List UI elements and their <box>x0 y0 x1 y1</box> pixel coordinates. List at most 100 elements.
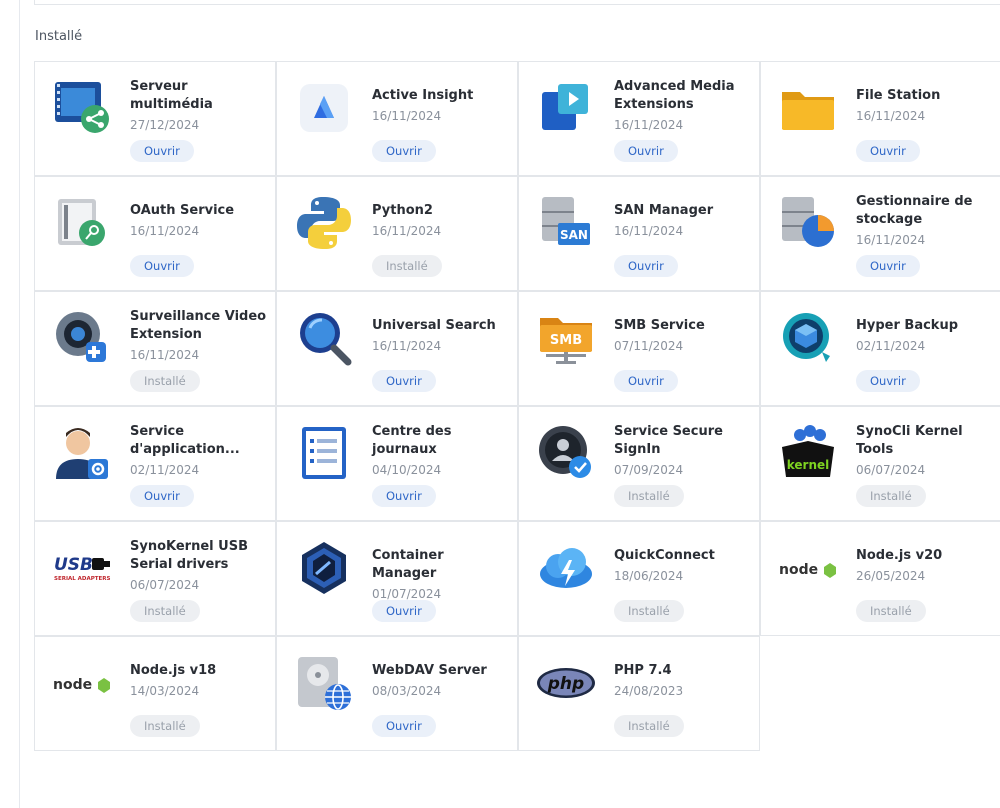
svg-text:node: node <box>53 677 92 693</box>
app-date: 08/03/2024 <box>372 684 442 698</box>
magnifier-icon <box>294 308 354 368</box>
app-name: SynoKernel USB Serial drivers <box>130 539 248 572</box>
app-card[interactable]: Advanced Media Extensions 16/11/2024 Ouvr… <box>518 61 760 176</box>
app-card[interactable]: Serveur multimédia 27/12/2024 Ouvrir <box>34 61 276 176</box>
installed-button[interactable]: Installé <box>130 715 200 737</box>
open-button[interactable]: Ouvrir <box>130 255 194 277</box>
installed-button[interactable]: Installé <box>614 485 684 507</box>
app-card[interactable]: node Node.js v20 26/05/2024 Installé <box>760 521 1000 636</box>
container-hexagon-icon <box>294 538 354 598</box>
installed-button[interactable]: Installé <box>130 370 200 392</box>
app-name: Gestionnaire de stockage <box>856 194 973 227</box>
svg-text:USB: USB <box>54 555 93 575</box>
app-card[interactable]: Service Secure SignIn 07/09/2024 Installé <box>518 406 760 521</box>
nodejs-icon: node <box>778 538 838 598</box>
app-name: QuickConnect <box>614 548 715 563</box>
svg-text:php: php <box>547 674 584 694</box>
left-rail <box>0 0 20 808</box>
installed-button[interactable]: Installé <box>614 715 684 737</box>
app-card[interactable]: QuickConnect 18/06/2024 Installé <box>518 521 760 636</box>
app-card[interactable]: Container Manager 01/07/2024 Ouvrir <box>276 521 518 636</box>
open-button[interactable]: Ouvrir <box>614 140 678 162</box>
installed-button[interactable]: Installé <box>614 600 684 622</box>
app-name: File Station <box>856 88 941 103</box>
open-button[interactable]: Ouvrir <box>372 485 436 507</box>
app-date: 02/11/2024 <box>856 339 926 353</box>
app-card[interactable]: SMB SMB Service 07/11/2024 Ouvrir <box>518 291 760 406</box>
installed-button[interactable]: Installé <box>856 600 926 622</box>
app-name: WebDAV Server <box>372 663 487 678</box>
app-card[interactable]: Python2 16/11/2024 Installé <box>276 176 518 291</box>
app-name: Active Insight <box>372 88 474 103</box>
open-button[interactable]: Ouvrir <box>856 140 920 162</box>
installed-button[interactable]: Installé <box>372 255 442 277</box>
open-button[interactable]: Ouvrir <box>856 370 920 392</box>
app-card[interactable]: OAuth Service 16/11/2024 Ouvrir <box>34 176 276 291</box>
app-name: Advanced Media Extensions <box>614 79 735 112</box>
open-button[interactable]: Ouvrir <box>372 140 436 162</box>
folder-icon <box>778 78 838 138</box>
app-date: 26/05/2024 <box>856 569 926 583</box>
app-card[interactable]: kernel SynoCli Kernel Tools 06/07/2024 In… <box>760 406 1000 521</box>
app-card[interactable]: Surveillance Video Extension 16/11/2024 I… <box>34 291 276 406</box>
app-date: 16/11/2024 <box>372 339 442 353</box>
app-card[interactable]: SAN SAN Manager 16/11/2024 Ouvrir <box>518 176 760 291</box>
app-card[interactable]: php PHP 7.4 24/08/2023 Installé <box>518 636 760 751</box>
app-card[interactable]: Universal Search 16/11/2024 Ouvrir <box>276 291 518 406</box>
svg-text:node: node <box>779 562 818 578</box>
app-card[interactable]: Hyper Backup 02/11/2024 Ouvrir <box>760 291 1000 406</box>
installed-button[interactable]: Installé <box>856 485 926 507</box>
app-name: SynoCli Kernel Tools <box>856 424 963 457</box>
app-card[interactable]: Centre des journaux 04/10/2024 Ouvrir <box>276 406 518 521</box>
app-card[interactable]: File Station 16/11/2024 Ouvrir <box>760 61 1000 176</box>
smb-folder-icon: SMB <box>536 308 596 368</box>
svg-text:SERIAL ADAPTERS: SERIAL ADAPTERS <box>54 576 111 582</box>
vault-key-icon <box>52 193 112 253</box>
app-date: 07/09/2024 <box>614 463 684 477</box>
app-date: 02/11/2024 <box>130 463 200 477</box>
app-card[interactable]: USB SERIAL ADAPTERS SynoKernel USB Serial… <box>34 521 276 636</box>
python-icon <box>294 193 354 253</box>
open-button[interactable]: Ouvrir <box>372 600 436 622</box>
app-card[interactable]: Active Insight 16/11/2024 Ouvrir <box>276 61 518 176</box>
media-extensions-icon <box>536 78 596 138</box>
open-button[interactable]: Ouvrir <box>130 485 194 507</box>
app-date: 16/11/2024 <box>614 118 684 132</box>
open-button[interactable]: Ouvrir <box>372 370 436 392</box>
open-button[interactable]: Ouvrir <box>614 255 678 277</box>
svg-text:kernel: kernel <box>787 458 830 472</box>
open-button[interactable]: Ouvrir <box>856 255 920 277</box>
open-button[interactable]: Ouvrir <box>130 140 194 162</box>
app-date: 06/07/2024 <box>130 578 200 592</box>
installed-button[interactable]: Installé <box>130 600 200 622</box>
section-title: Installé <box>35 29 83 44</box>
secure-signin-icon <box>536 423 596 483</box>
camera-plugin-icon <box>52 308 112 368</box>
usb-serial-icon: USB SERIAL ADAPTERS <box>52 538 112 598</box>
cloud-bolt-icon <box>536 538 596 598</box>
app-name: Serveur multimédia <box>130 79 213 112</box>
app-card[interactable]: WebDAV Server 08/03/2024 Ouvrir <box>276 636 518 751</box>
webdav-globe-icon <box>294 653 354 713</box>
app-date: 16/11/2024 <box>372 109 442 123</box>
open-button[interactable]: Ouvrir <box>614 370 678 392</box>
app-card[interactable]: Service d'application... 02/11/2024 Ouvri… <box>34 406 276 521</box>
app-date: 27/12/2024 <box>130 118 200 132</box>
app-date: 14/03/2024 <box>130 684 200 698</box>
app-name: PHP 7.4 <box>614 663 672 678</box>
app-card[interactable]: Gestionnaire de stockage 16/11/2024 Ouvri… <box>760 176 1000 291</box>
app-card[interactable]: node Node.js v18 14/03/2024 Installé <box>34 636 276 751</box>
app-name: Universal Search <box>372 318 496 333</box>
app-name: Service Secure SignIn <box>614 424 723 457</box>
storage-pie-icon <box>778 193 838 253</box>
media-server-icon <box>52 78 112 138</box>
open-button[interactable]: Ouvrir <box>372 715 436 737</box>
app-date: 16/11/2024 <box>614 224 684 238</box>
app-date: 24/08/2023 <box>614 684 684 698</box>
previous-section-edge <box>34 0 1000 5</box>
user-gear-icon <box>52 423 112 483</box>
app-name: Hyper Backup <box>856 318 959 333</box>
nodejs-icon: node <box>52 653 112 713</box>
app-date: 07/11/2024 <box>614 339 684 353</box>
app-date: 16/11/2024 <box>372 224 442 238</box>
